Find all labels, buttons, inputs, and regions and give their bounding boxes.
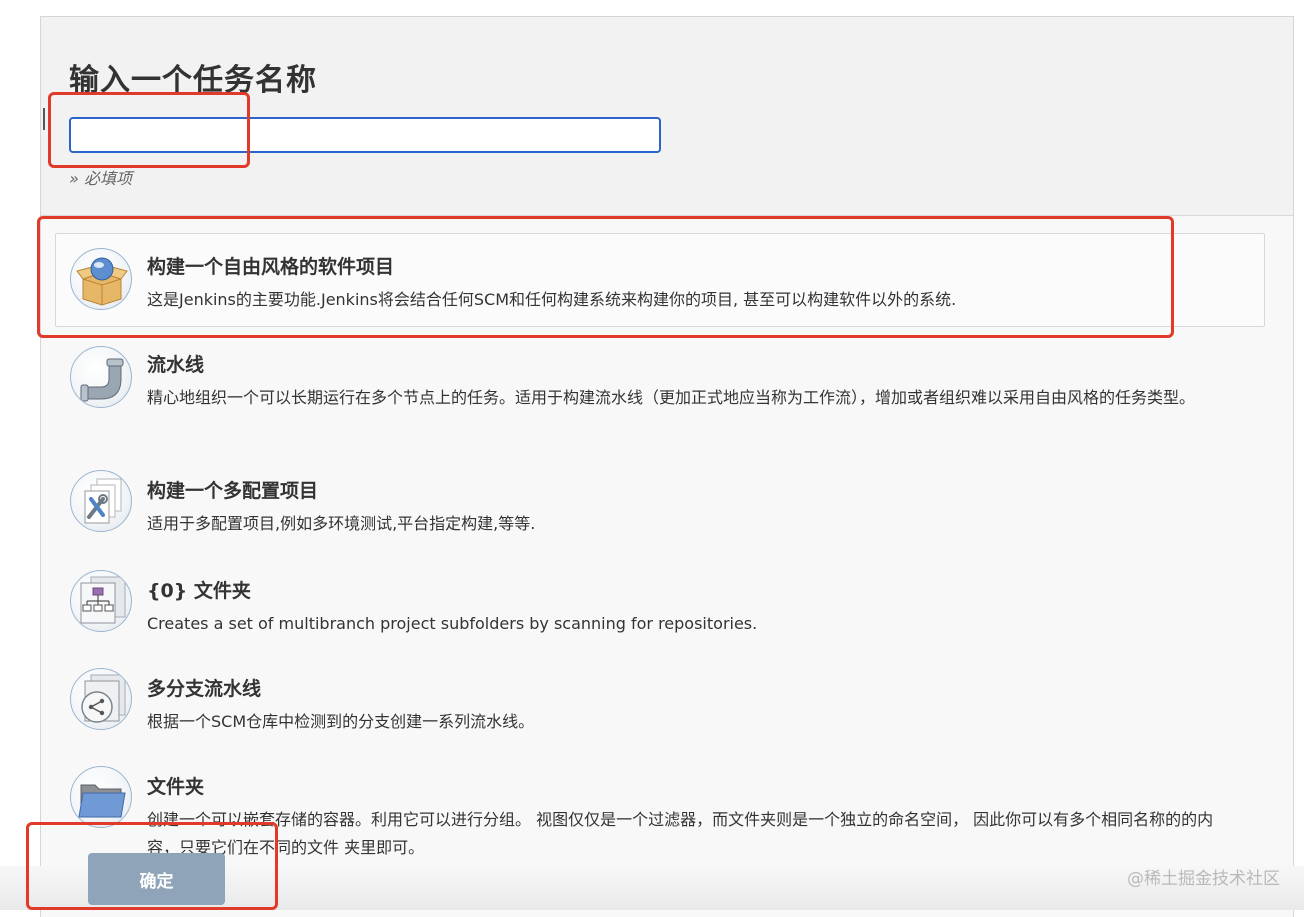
item-type-multibranch-pipeline[interactable]: 多分支流水线 根据一个SCM仓库中检测到的分支创建一系列流水线。 [55, 661, 1265, 745]
item-type-name: 构建一个自由风格的软件项目 [147, 256, 395, 278]
folder-icon [70, 766, 132, 828]
item-type-description: Creates a set of multibranch project sub… [147, 614, 758, 633]
item-type-description: 这是Jenkins的主要功能.Jenkins将会结合任何SCM和任何构建系统来构… [147, 290, 957, 309]
item-type-description: 适用于多配置项目,例如多环境测试,平台指定构建,等等. [147, 514, 536, 533]
item-name-section: 输入一个任务名称 » 必填项 [41, 17, 1293, 216]
text-cursor [43, 108, 45, 130]
item-type-name: 文件夹 [147, 776, 205, 798]
item-type-organization-folder[interactable]: {0} 文件夹 Creates a set of multibranch pro… [55, 563, 1265, 647]
item-type-freestyle[interactable]: 构建一个自由风格的软件项目 这是Jenkins的主要功能.Jenkins将会结合… [55, 233, 1265, 327]
item-type-description: 根据一个SCM仓库中检测到的分支创建一系列流水线。 [147, 712, 535, 731]
watermark: @稀土掘金技术社区 [1127, 869, 1280, 889]
freestyle-box-icon [70, 248, 132, 310]
item-type-pipeline[interactable]: 流水线 精心地组织一个可以长期运行在多个节点上的任务。适用于构建流水线（更加正式… [55, 335, 1265, 445]
multi-config-tools-icon [70, 470, 132, 532]
required-hint: » 必填项 [69, 169, 132, 188]
item-type-multi-config[interactable]: 构建一个多配置项目 适用于多配置项目,例如多环境测试,平台指定构建,等等. [55, 463, 1265, 547]
item-type-name: {0} 文件夹 [147, 580, 251, 602]
item-type-name: 构建一个多配置项目 [147, 480, 319, 502]
item-type-name: 流水线 [147, 354, 205, 376]
item-type-description: 创建一个可以嵌套存储的容器。利用它可以进行分组。 视图仅仅是一个过滤器，而文件夹… [147, 810, 1214, 857]
pipeline-pipe-icon [70, 346, 132, 408]
org-folder-icon [70, 570, 132, 632]
page-title: 输入一个任务名称 [69, 63, 317, 98]
item-type-name: 多分支流水线 [147, 678, 262, 700]
multibranch-icon [70, 668, 132, 730]
item-type-folder[interactable]: 文件夹 创建一个可以嵌套存储的容器。利用它可以进行分组。 视图仅仅是一个过滤器，… [55, 759, 1265, 869]
item-name-input[interactable] [69, 117, 661, 153]
ok-button[interactable]: 确定 [88, 853, 225, 905]
new-item-panel: 输入一个任务名称 » 必填项 构建一个自由风格的软件项目 这是Jenkins的主… [40, 16, 1294, 917]
item-type-description: 精心地组织一个可以长期运行在多个节点上的任务。适用于构建流水线（更加正式地应当称… [147, 388, 1196, 407]
